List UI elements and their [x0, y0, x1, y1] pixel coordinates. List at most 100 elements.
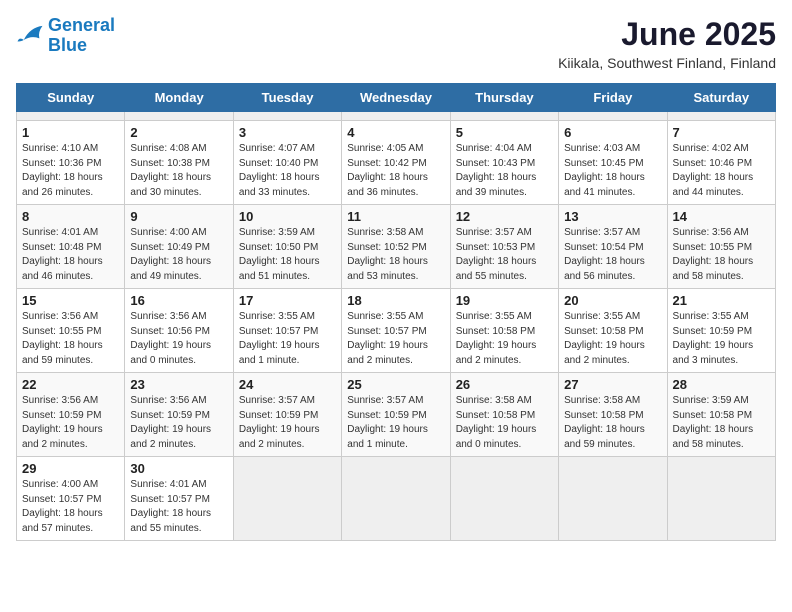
- day-number: 12: [456, 209, 553, 224]
- day-number: 23: [130, 377, 227, 392]
- day-number: 7: [673, 125, 770, 140]
- calendar-cell: 30 Sunrise: 4:01 AM Sunset: 10:57 PM Dayl…: [125, 457, 233, 541]
- day-number: 16: [130, 293, 227, 308]
- calendar-cell: [559, 457, 667, 541]
- calendar-cell: 17 Sunrise: 3:55 AM Sunset: 10:57 PM Dayl…: [233, 289, 341, 373]
- day-number: 13: [564, 209, 661, 224]
- calendar-week-3: 15 Sunrise: 3:56 AM Sunset: 10:55 PM Dayl…: [17, 289, 776, 373]
- calendar-week-5: 29 Sunrise: 4:00 AM Sunset: 10:57 PM Dayl…: [17, 457, 776, 541]
- day-number: 25: [347, 377, 444, 392]
- calendar-week-2: 8Sunrise: 4:01 AM Sunset: 10:48 PM Dayli…: [17, 205, 776, 289]
- day-info: Sunrise: 3:56 AM Sunset: 10:59 PM Daylig…: [130, 394, 227, 452]
- day-info: Sunrise: 4:10 AM Sunset: 10:36 PM Daylig…: [22, 142, 119, 200]
- day-info: Sunrise: 3:58 AM Sunset: 10:58 PM Daylig…: [564, 394, 661, 452]
- calendar-cell: [342, 112, 450, 121]
- calendar-body: 1 Sunrise: 4:10 AM Sunset: 10:36 PM Dayli…: [17, 112, 776, 541]
- calendar-cell: 25 Sunrise: 3:57 AM Sunset: 10:59 PM Dayl…: [342, 373, 450, 457]
- calendar-cell: [667, 112, 775, 121]
- calendar-cell: 29 Sunrise: 4:00 AM Sunset: 10:57 PM Dayl…: [17, 457, 125, 541]
- day-info: Sunrise: 3:56 AM Sunset: 10:55 PM Daylig…: [22, 310, 119, 368]
- page-header: General Blue June 2025 Kiikala, Southwes…: [16, 16, 776, 71]
- day-info: Sunrise: 3:55 AM Sunset: 10:57 PM Daylig…: [239, 310, 336, 368]
- calendar-cell: [342, 457, 450, 541]
- day-info: Sunrise: 3:59 AM Sunset: 10:58 PM Daylig…: [673, 394, 770, 452]
- calendar-cell: [559, 112, 667, 121]
- calendar-week-1: 1 Sunrise: 4:10 AM Sunset: 10:36 PM Dayli…: [17, 121, 776, 205]
- day-number: 17: [239, 293, 336, 308]
- weekday-header-saturday: Saturday: [667, 84, 775, 112]
- day-number: 15: [22, 293, 119, 308]
- day-number: 30: [130, 461, 227, 476]
- calendar-cell: 8Sunrise: 4:01 AM Sunset: 10:48 PM Dayli…: [17, 205, 125, 289]
- day-info: Sunrise: 4:07 AM Sunset: 10:40 PM Daylig…: [239, 142, 336, 200]
- day-info: Sunrise: 4:02 AM Sunset: 10:46 PM Daylig…: [673, 142, 770, 200]
- calendar-cell: 1 Sunrise: 4:10 AM Sunset: 10:36 PM Dayli…: [17, 121, 125, 205]
- day-info: Sunrise: 3:55 AM Sunset: 10:59 PM Daylig…: [673, 310, 770, 368]
- calendar-cell: [450, 457, 558, 541]
- calendar-cell: 2Sunrise: 4:08 AM Sunset: 10:38 PM Dayli…: [125, 121, 233, 205]
- calendar-cell: [450, 112, 558, 121]
- day-number: 10: [239, 209, 336, 224]
- day-number: 4: [347, 125, 444, 140]
- day-number: 28: [673, 377, 770, 392]
- calendar-cell: [125, 112, 233, 121]
- day-number: 1: [22, 125, 119, 140]
- weekday-header-thursday: Thursday: [450, 84, 558, 112]
- day-number: 20: [564, 293, 661, 308]
- calendar-cell: 19Sunrise: 3:55 AM Sunset: 10:58 PM Dayl…: [450, 289, 558, 373]
- day-info: Sunrise: 3:57 AM Sunset: 10:53 PM Daylig…: [456, 226, 553, 284]
- weekday-header-row: SundayMondayTuesdayWednesdayThursdayFrid…: [17, 84, 776, 112]
- calendar-cell: 10 Sunrise: 3:59 AM Sunset: 10:50 PM Dayl…: [233, 205, 341, 289]
- day-number: 24: [239, 377, 336, 392]
- calendar-cell: 28 Sunrise: 3:59 AM Sunset: 10:58 PM Dayl…: [667, 373, 775, 457]
- day-info: Sunrise: 4:08 AM Sunset: 10:38 PM Daylig…: [130, 142, 227, 200]
- logo: General Blue: [16, 16, 115, 56]
- day-info: Sunrise: 3:57 AM Sunset: 10:59 PM Daylig…: [347, 394, 444, 452]
- day-number: 22: [22, 377, 119, 392]
- day-info: Sunrise: 4:00 AM Sunset: 10:57 PM Daylig…: [22, 478, 119, 536]
- weekday-header-sunday: Sunday: [17, 84, 125, 112]
- calendar-cell: 23 Sunrise: 3:56 AM Sunset: 10:59 PM Dayl…: [125, 373, 233, 457]
- title-block: June 2025 Kiikala, Southwest Finland, Fi…: [558, 16, 776, 71]
- day-number: 29: [22, 461, 119, 476]
- calendar-subtitle: Kiikala, Southwest Finland, Finland: [558, 55, 776, 71]
- weekday-header-tuesday: Tuesday: [233, 84, 341, 112]
- day-info: Sunrise: 3:57 AM Sunset: 10:59 PM Daylig…: [239, 394, 336, 452]
- calendar-cell: 11Sunrise: 3:58 AM Sunset: 10:52 PM Dayl…: [342, 205, 450, 289]
- calendar-cell: 13Sunrise: 3:57 AM Sunset: 10:54 PM Dayl…: [559, 205, 667, 289]
- day-info: Sunrise: 4:01 AM Sunset: 10:57 PM Daylig…: [130, 478, 227, 536]
- calendar-cell: 6Sunrise: 4:03 AM Sunset: 10:45 PM Dayli…: [559, 121, 667, 205]
- logo-text: General Blue: [48, 16, 115, 56]
- day-info: Sunrise: 4:04 AM Sunset: 10:43 PM Daylig…: [456, 142, 553, 200]
- calendar-table: SundayMondayTuesdayWednesdayThursdayFrid…: [16, 83, 776, 541]
- day-number: 26: [456, 377, 553, 392]
- calendar-cell: 18 Sunrise: 3:55 AM Sunset: 10:57 PM Dayl…: [342, 289, 450, 373]
- calendar-cell: [233, 112, 341, 121]
- calendar-cell: 4Sunrise: 4:05 AM Sunset: 10:42 PM Dayli…: [342, 121, 450, 205]
- calendar-cell: 5Sunrise: 4:04 AM Sunset: 10:43 PM Dayli…: [450, 121, 558, 205]
- calendar-cell: 27Sunrise: 3:58 AM Sunset: 10:58 PM Dayl…: [559, 373, 667, 457]
- calendar-cell: [667, 457, 775, 541]
- day-number: 3: [239, 125, 336, 140]
- calendar-cell: 16Sunrise: 3:56 AM Sunset: 10:56 PM Dayl…: [125, 289, 233, 373]
- day-number: 9: [130, 209, 227, 224]
- calendar-cell: 9Sunrise: 4:00 AM Sunset: 10:49 PM Dayli…: [125, 205, 233, 289]
- calendar-title: June 2025: [558, 16, 776, 53]
- calendar-week-0: [17, 112, 776, 121]
- day-info: Sunrise: 3:59 AM Sunset: 10:50 PM Daylig…: [239, 226, 336, 284]
- calendar-cell: 12 Sunrise: 3:57 AM Sunset: 10:53 PM Dayl…: [450, 205, 558, 289]
- day-info: Sunrise: 3:55 AM Sunset: 10:58 PM Daylig…: [456, 310, 553, 368]
- calendar-cell: 3 Sunrise: 4:07 AM Sunset: 10:40 PM Dayli…: [233, 121, 341, 205]
- calendar-week-4: 22 Sunrise: 3:56 AM Sunset: 10:59 PM Dayl…: [17, 373, 776, 457]
- day-info: Sunrise: 4:01 AM Sunset: 10:48 PM Daylig…: [22, 226, 119, 284]
- calendar-cell: 22 Sunrise: 3:56 AM Sunset: 10:59 PM Dayl…: [17, 373, 125, 457]
- day-number: 11: [347, 209, 444, 224]
- weekday-header-monday: Monday: [125, 84, 233, 112]
- day-number: 21: [673, 293, 770, 308]
- day-number: 18: [347, 293, 444, 308]
- calendar-header: SundayMondayTuesdayWednesdayThursdayFrid…: [17, 84, 776, 112]
- calendar-cell: 7 Sunrise: 4:02 AM Sunset: 10:46 PM Dayli…: [667, 121, 775, 205]
- calendar-cell: 14Sunrise: 3:56 AM Sunset: 10:55 PM Dayl…: [667, 205, 775, 289]
- day-info: Sunrise: 3:55 AM Sunset: 10:57 PM Daylig…: [347, 310, 444, 368]
- day-info: Sunrise: 3:56 AM Sunset: 10:59 PM Daylig…: [22, 394, 119, 452]
